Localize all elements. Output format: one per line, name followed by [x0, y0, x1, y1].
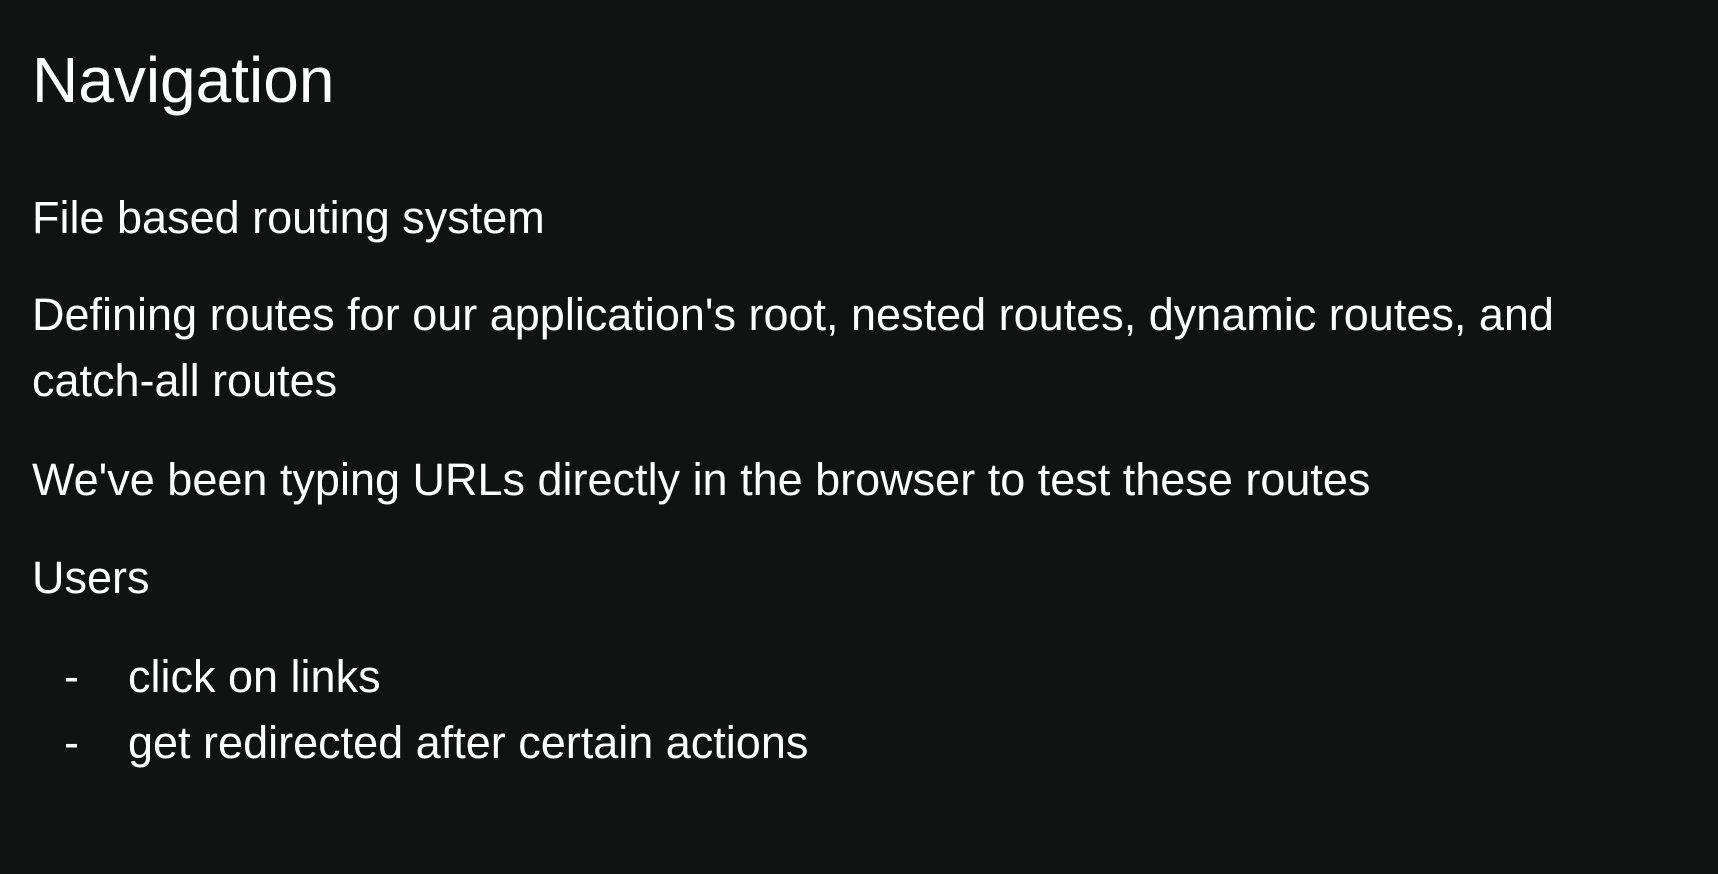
bullet-item: - get redirected after certain actions: [32, 710, 808, 776]
paragraph-defining-routes-line-2: catch-all routes: [32, 355, 338, 406]
bullet-text: click on links: [128, 651, 381, 702]
bullet-item: - click on links: [32, 644, 808, 710]
paragraph-defining-routes-line-1: Defining routes for our application's ro…: [32, 289, 1554, 340]
paragraph-typing-urls: We've been typing URLs directly in the b…: [32, 454, 1371, 505]
bullet-text: get redirected after certain actions: [128, 717, 809, 768]
users-bullet-list: - click on links - get redirected after …: [32, 644, 808, 776]
paragraph-users: Users: [32, 552, 150, 603]
paragraph-file-based-routing: File based routing system: [32, 192, 545, 243]
slide-title: Navigation: [32, 44, 335, 116]
slide: Navigation File based routing system Def…: [0, 0, 1718, 874]
bullet-dash: -: [64, 651, 79, 702]
paragraph-defining-routes: Defining routes for our application's ro…: [32, 282, 1554, 414]
bullet-dash: -: [64, 717, 79, 768]
